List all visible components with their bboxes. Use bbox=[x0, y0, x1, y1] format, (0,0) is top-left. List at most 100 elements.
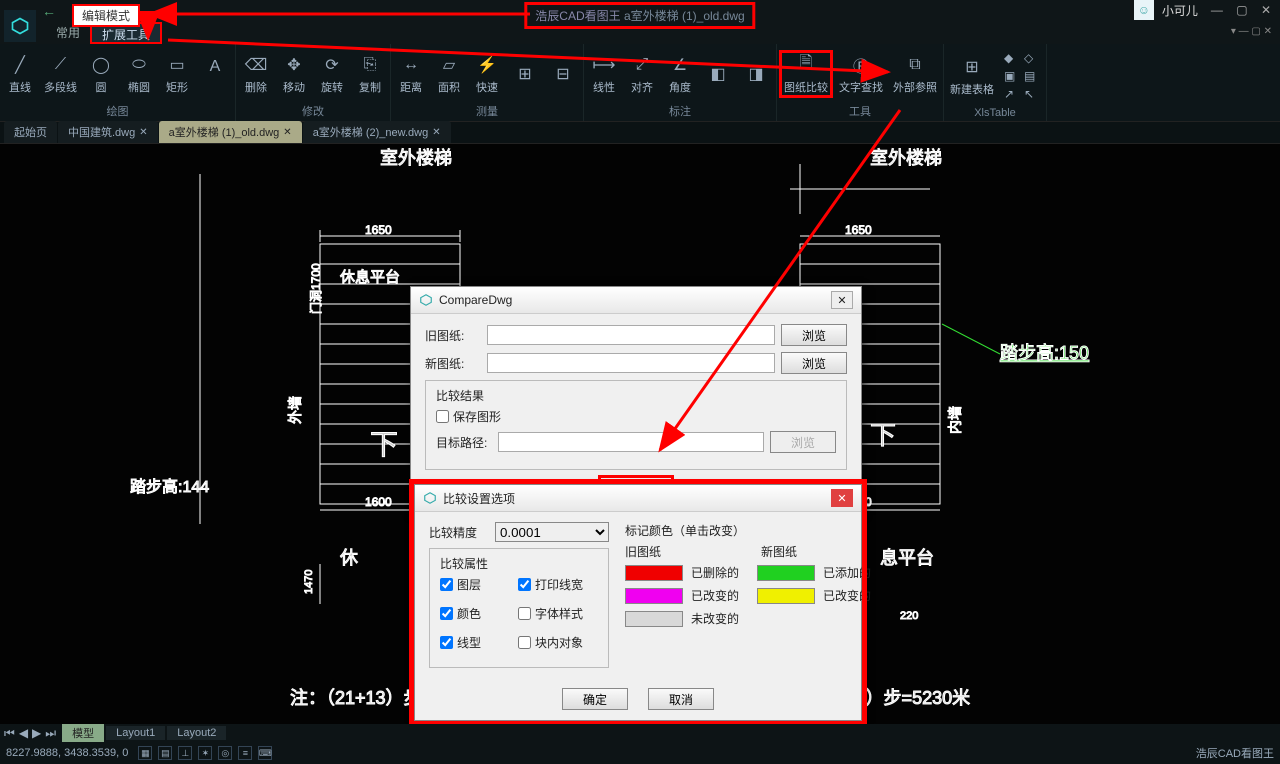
tool-msr-b[interactable]: ⊟ bbox=[545, 60, 581, 88]
tool-align[interactable]: ⤢对齐 bbox=[624, 51, 660, 97]
tool-ann-b[interactable]: ◨ bbox=[738, 60, 774, 88]
layout-tab-1[interactable]: Layout1 bbox=[106, 726, 165, 740]
file-tab-3[interactable]: a室外楼梯 (2)_new.dwg✕ bbox=[303, 121, 451, 143]
dialog-titlebar[interactable]: CompareDwg ✕ bbox=[411, 287, 861, 314]
options-dialog: 比较设置选项 ✕ 比较精度 0.0001 比较属性 图层 打印线宽 颜色 字体样… bbox=[414, 484, 862, 721]
tool-ellipse[interactable]: ⬭椭圆 bbox=[121, 51, 157, 97]
file-tab-2[interactable]: a室外楼梯 (1)_old.dwg✕ bbox=[159, 121, 302, 143]
tool-new-table[interactable]: ⊞新建表格 bbox=[946, 53, 998, 99]
swatch-changed-new[interactable] bbox=[757, 588, 815, 604]
chk-blockinner[interactable] bbox=[518, 636, 531, 649]
chk-lineweight[interactable] bbox=[518, 578, 531, 591]
tool-rect[interactable]: ▭矩形 bbox=[159, 51, 195, 97]
minimize-button[interactable]: — bbox=[1211, 3, 1223, 17]
checkbox-save-shape[interactable] bbox=[436, 410, 449, 423]
layout-tab-model[interactable]: 模型 bbox=[62, 724, 104, 742]
group-tools: 🗎图纸比较 Ⓕ文字查找 ⧉外部参照 工具 bbox=[777, 44, 944, 121]
app-title: 浩辰CAD看图王 bbox=[535, 9, 620, 23]
group-label-modify: 修改 bbox=[302, 103, 324, 121]
browse-old-button[interactable]: 浏览 bbox=[781, 324, 847, 346]
chk-font[interactable] bbox=[518, 607, 531, 620]
close-button[interactable]: ✕ bbox=[1261, 3, 1271, 17]
svg-text:休息平台: 休息平台 bbox=[340, 269, 400, 286]
tool-linear[interactable]: ⟼线性 bbox=[586, 51, 622, 97]
status-toggles: ▦ ▤ ⊥ ✶ ◎ ≡ ⌨ bbox=[138, 746, 272, 760]
chk-linetype[interactable] bbox=[440, 636, 453, 649]
grid-toggle[interactable]: ▤ bbox=[158, 746, 172, 760]
tool-text[interactable]: A bbox=[197, 53, 233, 95]
tool-xref[interactable]: ⧉外部参照 bbox=[889, 51, 941, 97]
lw-toggle[interactable]: ≡ bbox=[238, 746, 252, 760]
app-logo[interactable] bbox=[4, 10, 36, 42]
swatch-added[interactable] bbox=[757, 565, 815, 581]
xls-icon-2[interactable]: ◇ bbox=[1024, 51, 1040, 65]
tool-rotate[interactable]: ⟳旋转 bbox=[314, 51, 350, 97]
tool-polyline[interactable]: ⟋多段线 bbox=[40, 51, 81, 97]
tool-delete[interactable]: ⌫删除 bbox=[238, 51, 274, 97]
select-precision[interactable]: 0.0001 bbox=[495, 522, 609, 542]
osnap-toggle[interactable]: ◎ bbox=[218, 746, 232, 760]
user-name[interactable]: 小可儿 bbox=[1162, 2, 1198, 19]
input-new-dwg[interactable] bbox=[487, 353, 775, 373]
tool-find-text[interactable]: Ⓕ文字查找 bbox=[835, 51, 887, 97]
group-xlstable: ⊞新建表格 ◆◇ ▣▤ ↗↖ XlsTable bbox=[944, 44, 1047, 121]
tool-move[interactable]: ✥移动 bbox=[276, 51, 312, 97]
group-measure: ↔距离 ▱面积 ⚡快速 ⊞ ⊟ 测量 bbox=[391, 44, 584, 121]
tool-quick[interactable]: ⚡快速 bbox=[469, 51, 505, 97]
ribbon-collapse-icon[interactable]: ▾ — ▢ ✕ bbox=[1231, 26, 1272, 37]
swatch-unchanged[interactable] bbox=[625, 611, 683, 627]
svg-text:门洞1700: 门洞1700 bbox=[308, 263, 323, 314]
close-icon[interactable]: ✕ bbox=[139, 127, 147, 138]
label-new-dwg: 新图纸: bbox=[425, 355, 481, 372]
tool-angle[interactable]: ∠角度 bbox=[662, 51, 698, 97]
xls-icon-5[interactable]: ↗ bbox=[1004, 87, 1020, 101]
polar-toggle[interactable]: ✶ bbox=[198, 746, 212, 760]
dialog-close-icon[interactable]: ✕ bbox=[831, 291, 853, 309]
tool-area[interactable]: ▱面积 bbox=[431, 51, 467, 97]
ortho-toggle[interactable]: ⊥ bbox=[178, 746, 192, 760]
options-cancel-button[interactable]: 取消 bbox=[648, 688, 714, 710]
layout-prev-icon[interactable]: ◀ bbox=[19, 726, 28, 741]
group-label-annotate: 标注 bbox=[669, 103, 691, 121]
tool-distance[interactable]: ↔距离 bbox=[393, 51, 429, 97]
layout-last-icon[interactable]: ⏭ bbox=[45, 726, 56, 741]
file-title: a室外楼梯 (1)_old.dwg bbox=[624, 9, 745, 23]
chk-layer[interactable] bbox=[440, 578, 453, 591]
label-unchanged: 未改变的 bbox=[691, 610, 883, 627]
options-titlebar[interactable]: 比较设置选项 ✕ bbox=[415, 485, 861, 512]
chk-color[interactable] bbox=[440, 607, 453, 620]
tool-ann-a[interactable]: ◧ bbox=[700, 60, 736, 88]
user-avatar-icon[interactable]: ☺ bbox=[1134, 0, 1154, 20]
xls-icon-6[interactable]: ↖ bbox=[1024, 87, 1040, 101]
ok-button[interactable]: 确定 bbox=[562, 688, 628, 710]
tool-line[interactable]: ╱直线 bbox=[2, 51, 38, 97]
maximize-button[interactable]: ▢ bbox=[1236, 3, 1247, 17]
browse-new-button[interactable]: 浏览 bbox=[781, 352, 847, 374]
tool-dwg-compare[interactable]: 🗎图纸比较 bbox=[779, 50, 833, 98]
result-legend: 比较结果 bbox=[432, 387, 488, 404]
input-target[interactable] bbox=[498, 432, 764, 452]
swatch-changed-old[interactable] bbox=[625, 588, 683, 604]
tool-msr-a[interactable]: ⊞ bbox=[507, 60, 543, 88]
layout-tab-2[interactable]: Layout2 bbox=[167, 726, 226, 740]
tool-copy[interactable]: ⎘复制 bbox=[352, 51, 388, 97]
swatch-deleted[interactable] bbox=[625, 565, 683, 581]
file-tab-start[interactable]: 起始页 bbox=[4, 121, 57, 143]
edit-mode-badge[interactable]: 编辑模式 bbox=[72, 4, 140, 27]
snap-toggle[interactable]: ▦ bbox=[138, 746, 152, 760]
group-label-tools: 工具 bbox=[849, 103, 871, 121]
xls-icon-1[interactable]: ◆ bbox=[1004, 51, 1020, 65]
close-icon[interactable]: ✕ bbox=[283, 127, 291, 138]
tool-circle[interactable]: ◯圆 bbox=[83, 51, 119, 97]
options-close-icon[interactable]: ✕ bbox=[831, 489, 853, 507]
xls-icon-4[interactable]: ▤ bbox=[1024, 69, 1040, 83]
dyn-toggle[interactable]: ⌨ bbox=[258, 746, 272, 760]
statusbar: 8227.9888, 3438.3539, 0 ▦ ▤ ⊥ ✶ ◎ ≡ ⌨ 浩辰… bbox=[0, 742, 1280, 764]
layout-first-icon[interactable]: ⏮ bbox=[4, 726, 15, 741]
input-old-dwg[interactable] bbox=[487, 325, 775, 345]
file-tab-1[interactable]: 中国建筑.dwg✕ bbox=[58, 121, 158, 143]
layout-next-icon[interactable]: ▶ bbox=[32, 726, 41, 741]
back-icon[interactable]: ← bbox=[42, 3, 56, 19]
close-icon[interactable]: ✕ bbox=[432, 127, 440, 138]
xls-icon-3[interactable]: ▣ bbox=[1004, 69, 1020, 83]
